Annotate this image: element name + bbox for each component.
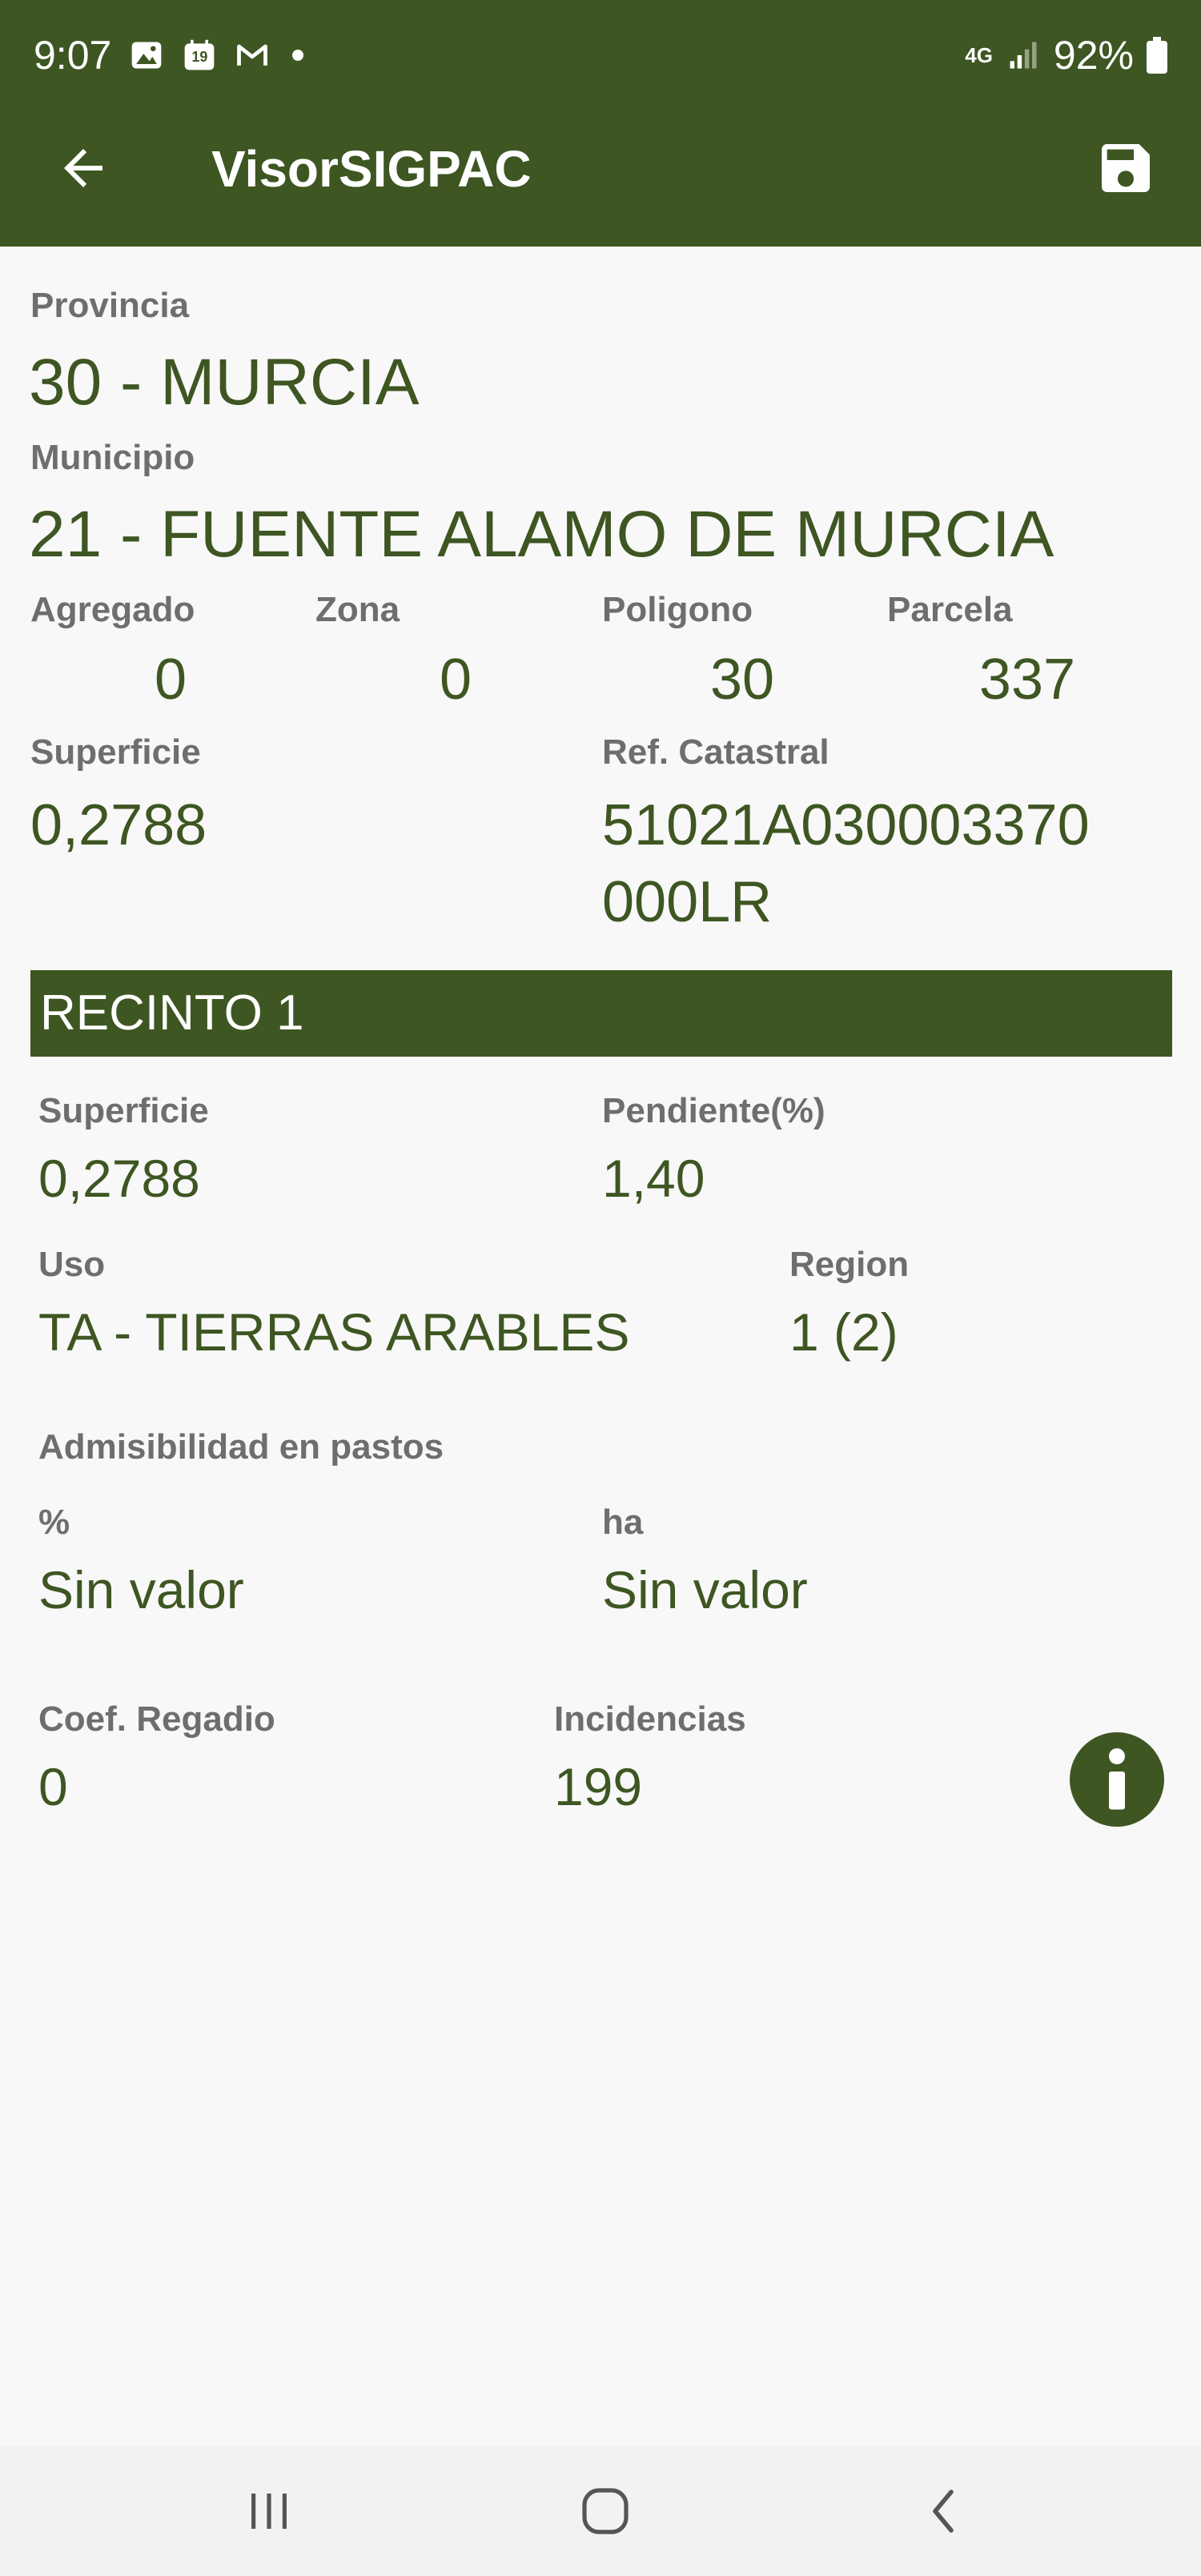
admisibilidad-pct-value: Sin valor: [38, 1560, 244, 1619]
arrow-left-icon: [64, 149, 102, 187]
admisibilidad-pct-label: %: [38, 1503, 70, 1542]
admisibilidad-ha-value: Sin valor: [602, 1560, 808, 1619]
image-icon: [131, 42, 162, 69]
calendar-day: 19: [191, 49, 208, 65]
recinto-superficie-value: 0,2788: [38, 1149, 200, 1208]
uso-label: Uso: [38, 1245, 106, 1284]
recinto-header: RECINTO 1: [30, 970, 1172, 1057]
coef-regadio-value: 0: [38, 1757, 68, 1816]
home-button[interactable]: [557, 2475, 653, 2547]
network-type: 4G: [965, 43, 993, 67]
back-button[interactable]: [50, 134, 117, 202]
recent-apps-icon: [251, 2494, 287, 2529]
ref-catastral-label: Ref. Catastral: [602, 732, 829, 772]
recent-apps-button[interactable]: [221, 2475, 317, 2547]
status-time: 9:07: [34, 33, 112, 78]
home-icon: [582, 2488, 629, 2534]
notification-dot: [292, 50, 304, 61]
app-title: VisorSIGPAC: [211, 140, 532, 198]
superficie-label: Superficie: [30, 732, 201, 772]
battery-icon: [1147, 37, 1167, 74]
incidencias-info-button[interactable]: [1070, 1732, 1164, 1827]
incidencias-value: 199: [554, 1757, 643, 1816]
battery-percent: 92%: [1053, 33, 1134, 78]
provincia-value: 30 - MURCIA: [29, 346, 420, 419]
region-value: 1 (2): [789, 1302, 898, 1362]
incidencias-label: Incidencias: [554, 1699, 746, 1739]
back-icon: [933, 2490, 954, 2533]
save-button[interactable]: [1086, 128, 1166, 208]
agregado-label: Agregado: [30, 590, 195, 629]
ref-catastral-value-line2: 000LR: [602, 870, 773, 934]
zona-label: Zona: [315, 590, 400, 629]
agregado-value: 0: [154, 648, 187, 712]
superficie-value: 0,2788: [30, 793, 207, 857]
poligono-value: 30: [709, 648, 775, 712]
parcela-value: 337: [978, 648, 1076, 712]
zona-value: 0: [439, 648, 472, 712]
system-nav-bar: [0, 2446, 1201, 2576]
pendiente-label: Pendiente(%): [602, 1091, 825, 1130]
admisibilidad-label: Admisibilidad en pastos: [38, 1427, 444, 1467]
status-bar-right: 4G 92%: [965, 27, 1167, 83]
ref-catastral-value-line1: 51021A030003370: [602, 793, 1090, 857]
municipio-value: 21 - FUENTE ALAMO DE MURCIA: [29, 498, 1054, 571]
calendar-icon: 19: [182, 38, 217, 73]
parcela-label: Parcela: [887, 590, 1013, 629]
municipio-label: Municipio: [30, 438, 195, 477]
info-icon: [1109, 1748, 1125, 1810]
nav-back-button[interactable]: [895, 2475, 991, 2547]
floppy-disk-icon: [1102, 144, 1150, 192]
uso-value: TA - TIERRAS ARABLES: [38, 1302, 630, 1362]
admisibilidad-ha-label: ha: [602, 1503, 644, 1542]
app-header: 9:07 19 4G 92% VisorSIGPAC: [0, 0, 1201, 247]
pendiente-value: 1,40: [602, 1149, 705, 1208]
gmail-icon: [237, 44, 268, 66]
recinto-title: RECINTO 1: [40, 985, 304, 1041]
region-label: Region: [789, 1245, 910, 1284]
provincia-label: Provincia: [30, 286, 190, 325]
coef-regadio-label: Coef. Regadio: [38, 1699, 275, 1739]
status-bar-left: 9:07 19: [34, 27, 304, 83]
signal-icon: [1010, 42, 1037, 69]
poligono-label: Poligono: [602, 590, 753, 629]
recinto-superficie-label: Superficie: [38, 1091, 209, 1130]
